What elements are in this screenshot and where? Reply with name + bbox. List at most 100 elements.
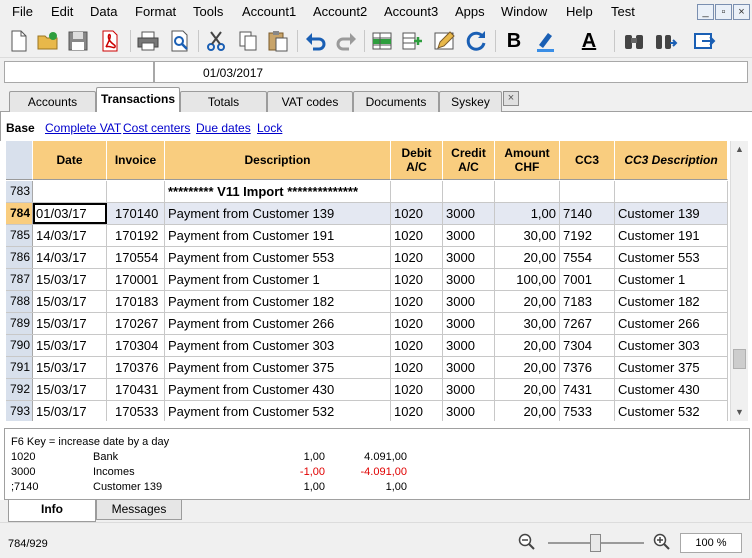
cell-invoice[interactable]	[107, 181, 165, 202]
table-row[interactable]: 790 15/03/17 170304 Payment from Customer 3…	[6, 335, 728, 357]
cell-invoice[interactable]: 170267	[107, 313, 165, 334]
cell-credit[interactable]: 3000	[443, 225, 495, 246]
scrollbar-thumb[interactable]	[733, 349, 746, 369]
cell-cc3-description[interactable]: Customer 553	[615, 247, 728, 268]
cell-invoice[interactable]: 170533	[107, 401, 165, 421]
view-base[interactable]: Base	[6, 121, 35, 135]
cell-credit[interactable]: 3000	[443, 313, 495, 334]
new-file-icon[interactable]	[4, 28, 32, 54]
cell-cc3[interactable]: 7001	[560, 269, 615, 290]
cell-amount[interactable]: 20,00	[495, 247, 560, 268]
cell-credit[interactable]: 3000	[443, 401, 495, 421]
cell-credit[interactable]: 3000	[443, 291, 495, 312]
table-row[interactable]: 784 01/03/17 170140 Payment from Customer 1…	[6, 203, 728, 225]
cell-cc3[interactable]: 7376	[560, 357, 615, 378]
cell-amount[interactable]: 20,00	[495, 335, 560, 356]
tab-accounts[interactable]: Accounts	[9, 91, 96, 112]
menu-format[interactable]: Format	[135, 4, 176, 19]
table-row[interactable]: 787 15/03/17 170001 Payment from Customer 1…	[6, 269, 728, 291]
print-preview-icon[interactable]	[166, 28, 194, 54]
cell-cc3-description[interactable]: Customer 191	[615, 225, 728, 246]
cell-description[interactable]: Payment from Customer 532	[165, 401, 391, 421]
cell-cc3-description[interactable]: Customer 532	[615, 401, 728, 421]
cut-icon[interactable]	[202, 28, 230, 54]
tab-documents[interactable]: Documents	[353, 91, 439, 112]
cell-debit[interactable]: 1020	[391, 357, 443, 378]
zoom-in-icon[interactable]	[653, 533, 671, 551]
table-row[interactable]: 789 15/03/17 170267 Payment from Customer 2…	[6, 313, 728, 335]
cell-amount[interactable]: 20,00	[495, 401, 560, 421]
table-row[interactable]: 791 15/03/17 170376 Payment from Customer 3…	[6, 357, 728, 379]
close-window-button[interactable]: ×	[733, 4, 750, 20]
cell-cc3-description[interactable]: Customer 182	[615, 291, 728, 312]
cell-cc3-description[interactable]: Customer 430	[615, 379, 728, 400]
tab-messages[interactable]: Messages	[96, 500, 182, 520]
tab-syskey[interactable]: Syskey	[439, 91, 502, 112]
cell-amount[interactable]: 20,00	[495, 357, 560, 378]
cell-invoice[interactable]: 170192	[107, 225, 165, 246]
cell-amount[interactable]: 20,00	[495, 379, 560, 400]
pdf-icon[interactable]	[96, 28, 124, 54]
cell-cc3[interactable]: 7554	[560, 247, 615, 268]
menu-edit[interactable]: Edit	[51, 4, 73, 19]
table-row[interactable]: 788 15/03/17 170183 Payment from Customer 1…	[6, 291, 728, 313]
vertical-scrollbar[interactable]: ▲ ▼	[730, 141, 748, 421]
menu-apps[interactable]: Apps	[455, 4, 485, 19]
table-row[interactable]: 793 15/03/17 170533 Payment from Customer 5…	[6, 401, 728, 421]
column-header-cc3[interactable]: CC3	[560, 141, 615, 180]
menu-account3[interactable]: Account3	[384, 4, 438, 19]
font-color-icon[interactable]: A	[575, 28, 603, 54]
zoom-level-field[interactable]: 100 %	[680, 533, 742, 553]
cell-cc3-description[interactable]: Customer 139	[615, 203, 728, 224]
save-icon[interactable]	[64, 28, 92, 54]
cell-cc3[interactable]: 7304	[560, 335, 615, 356]
cell-amount[interactable]	[495, 181, 560, 202]
cell-date[interactable]: 15/03/17	[33, 269, 107, 290]
redo-icon[interactable]	[332, 28, 360, 54]
cell-debit[interactable]: 1020	[391, 379, 443, 400]
cell-cc3-description[interactable]: Customer 375	[615, 357, 728, 378]
cell-description[interactable]: Payment from Customer 553	[165, 247, 391, 268]
cell-description[interactable]: Payment from Customer 182	[165, 291, 391, 312]
view-cost-centers[interactable]: Cost centers	[123, 121, 190, 135]
cell-date[interactable]: 15/03/17	[33, 401, 107, 421]
cell-amount[interactable]: 1,00	[495, 203, 560, 224]
cell-amount[interactable]: 20,00	[495, 291, 560, 312]
cell-debit[interactable]: 1020	[391, 401, 443, 421]
cell-invoice[interactable]: 170304	[107, 335, 165, 356]
cell-date[interactable]: 14/03/17	[33, 225, 107, 246]
cell-date[interactable]: 01/03/17	[33, 203, 107, 224]
cell-amount[interactable]: 30,00	[495, 313, 560, 334]
highlight-icon[interactable]	[532, 28, 560, 54]
cell-credit[interactable]: 3000	[443, 247, 495, 268]
cell-date[interactable]: 15/03/17	[33, 291, 107, 312]
menu-data[interactable]: Data	[90, 4, 117, 19]
column-header-description[interactable]: Description	[165, 141, 391, 180]
cell-date[interactable]: 15/03/17	[33, 313, 107, 334]
paste-icon[interactable]	[264, 28, 292, 54]
minimize-button[interactable]: _	[697, 4, 714, 20]
column-header-invoice[interactable]: Invoice	[107, 141, 165, 180]
cell-debit[interactable]: 1020	[391, 247, 443, 268]
menu-account2[interactable]: Account2	[313, 4, 367, 19]
cell-cc3[interactable]: 7533	[560, 401, 615, 421]
cell-description[interactable]: Payment from Customer 375	[165, 357, 391, 378]
cell-cc3-description[interactable]: Customer 266	[615, 313, 728, 334]
cell-cc3[interactable]	[560, 181, 615, 202]
cell-amount[interactable]: 100,00	[495, 269, 560, 290]
cell-date[interactable]: 15/03/17	[33, 357, 107, 378]
cell-debit[interactable]: 1020	[391, 291, 443, 312]
refresh-icon[interactable]	[462, 28, 490, 54]
view-due-dates[interactable]: Due dates	[196, 121, 251, 135]
cell-cc3-description[interactable]: Customer 303	[615, 335, 728, 356]
cell-cc3[interactable]: 7431	[560, 379, 615, 400]
cell-credit[interactable]	[443, 181, 495, 202]
cell-invoice[interactable]: 170376	[107, 357, 165, 378]
cell-invoice[interactable]: 170431	[107, 379, 165, 400]
edit-pencil-icon[interactable]	[430, 28, 458, 54]
cell-invoice[interactable]: 170183	[107, 291, 165, 312]
cell-amount[interactable]: 30,00	[495, 225, 560, 246]
bold-icon[interactable]: B	[500, 28, 528, 54]
scroll-up-icon[interactable]: ▲	[735, 144, 744, 154]
cell-date[interactable]: 15/03/17	[33, 335, 107, 356]
